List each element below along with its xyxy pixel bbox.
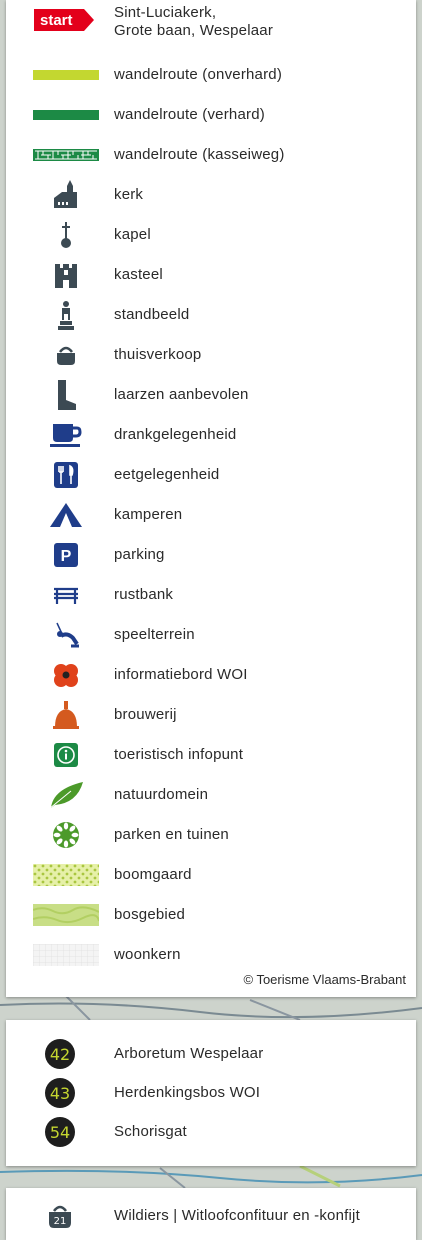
- legend-label: kapel: [114, 226, 151, 243]
- forest-swatch: [26, 903, 106, 927]
- legend-item: natuurdomein: [6, 782, 416, 809]
- legend-item: drankgelegenheid: [6, 423, 416, 447]
- legend-item: thuisverkoop: [6, 343, 416, 367]
- legend-label: toeristisch infopunt: [114, 746, 244, 763]
- legend-item: kapel: [6, 222, 416, 248]
- poi-item: 43 Herdenkingsbos WOI: [6, 1078, 416, 1108]
- legend-label: kasteel: [114, 266, 163, 283]
- flower-icon: [26, 822, 106, 848]
- playground-icon: [26, 622, 106, 648]
- legend-label: parken en tuinen: [114, 826, 229, 843]
- producer-label: Wildiers | Witloofconfituur en -konfijt: [114, 1207, 360, 1224]
- legend-label: eetgelegenheid: [114, 466, 220, 483]
- legend-label: kamperen: [114, 506, 183, 523]
- legend-label: drankgelegenheid: [114, 426, 237, 443]
- orchard-swatch: [26, 863, 106, 887]
- legend-label: parking: [114, 546, 165, 563]
- legend-label: natuurdomein: [114, 786, 209, 803]
- legend-item: wandelroute (verhard): [6, 103, 416, 127]
- legend-start: start Sint-Luciakerk, Grote baan, Wespel…: [6, 4, 416, 39]
- cutlery-icon: [26, 462, 106, 488]
- poi-number: 54: [45, 1117, 75, 1147]
- residential-swatch: [26, 943, 106, 967]
- chapel-icon: [26, 222, 106, 248]
- start-marker: start: [34, 8, 114, 32]
- legend-item: eetgelegenheid: [6, 462, 416, 488]
- legend-item: brouwerij: [6, 701, 416, 729]
- legend-panel: start Sint-Luciakerk, Grote baan, Wespel…: [6, 0, 416, 997]
- poi-number-badge: 42: [40, 1039, 80, 1069]
- boot-icon: [26, 380, 106, 410]
- poi-number-badge: 43: [40, 1078, 80, 1108]
- producer-number: 21: [54, 1216, 67, 1227]
- poi-number: 42: [45, 1039, 75, 1069]
- start-badge: start: [34, 9, 94, 31]
- legend-item: speelterrein: [6, 622, 416, 648]
- legend-label: wandelroute (onverhard): [114, 66, 283, 83]
- legend-item: boomgaard: [6, 863, 416, 887]
- legend-item: woonkern: [6, 943, 416, 967]
- start-location: Sint-Luciakerk,: [114, 4, 217, 21]
- legend-item: standbeeld: [6, 301, 416, 330]
- poi-number: 43: [45, 1078, 75, 1108]
- copyright-credit: © Toerisme Vlaams-Brabant: [243, 972, 406, 987]
- start-address: Grote baan, Wespelaar: [114, 22, 274, 39]
- legend-item: wandelroute (onverhard): [6, 63, 416, 87]
- castle-icon: [26, 263, 106, 288]
- svg-text:start: start: [40, 12, 73, 29]
- legend-label: boomgaard: [114, 866, 192, 883]
- producer-basket-icon: 21: [40, 1204, 80, 1228]
- church-icon: [26, 180, 106, 208]
- parking-icon: P: [26, 543, 106, 567]
- legend-item: laarzen aanbevolen: [6, 380, 416, 410]
- poi-label: Arboretum Wespelaar: [114, 1045, 264, 1062]
- route-unpaved-icon: [26, 63, 106, 87]
- legend-label: speelterrein: [114, 626, 195, 643]
- legend-item: informatiebord WOI: [6, 663, 416, 687]
- cup-icon: [26, 423, 106, 447]
- legend-item: parken en tuinen: [6, 822, 416, 848]
- leaf-icon: [26, 782, 106, 809]
- legend-label: bosgebied: [114, 906, 186, 923]
- legend-item: kasteel: [6, 263, 416, 288]
- legend-item: bosgebied: [6, 903, 416, 927]
- poppy-icon: [26, 663, 106, 687]
- poi-number-badge: 54: [40, 1117, 80, 1147]
- legend-label: wandelroute (verhard): [114, 106, 265, 123]
- legend-label: thuisverkoop: [114, 346, 202, 363]
- start-label: Sint-Luciakerk, Grote baan, Wespelaar: [114, 4, 273, 40]
- legend-item: wandelroute (kasseiweg): [6, 143, 416, 167]
- basket-icon: [26, 343, 106, 367]
- legend-label: brouwerij: [114, 706, 177, 723]
- producer-item: 21 Wildiers | Witloofconfituur en -konfi…: [6, 1204, 416, 1228]
- svg-text:P: P: [61, 548, 72, 565]
- bench-icon: [26, 583, 106, 607]
- legend-item: P parking: [6, 543, 416, 567]
- legend-label: laarzen aanbevolen: [114, 386, 249, 403]
- legend-item: kamperen: [6, 503, 416, 527]
- poi-panel: 42 Arboretum Wespelaar 43 Herdenkingsbos…: [6, 1020, 416, 1166]
- route-paved-icon: [26, 103, 106, 127]
- legend-label: rustbank: [114, 586, 174, 603]
- poi-label: Herdenkingsbos WOI: [114, 1084, 261, 1101]
- tent-icon: [26, 503, 106, 527]
- poi-item: 42 Arboretum Wespelaar: [6, 1039, 416, 1069]
- statue-icon: [26, 301, 106, 330]
- legend-item: kerk: [6, 180, 416, 208]
- legend-label: standbeeld: [114, 306, 190, 323]
- brewery-icon: [26, 701, 106, 729]
- route-cobbled-icon: [26, 143, 106, 167]
- producer-panel: 21 Wildiers | Witloofconfituur en -konfi…: [6, 1188, 416, 1240]
- legend-item: toeristisch infopunt: [6, 743, 416, 767]
- legend-label: woonkern: [114, 946, 181, 963]
- legend-label: kerk: [114, 186, 144, 203]
- legend-label: wandelroute (kasseiweg): [114, 146, 285, 163]
- poi-item: 54 Schorisgat: [6, 1117, 416, 1147]
- poi-label: Schorisgat: [114, 1123, 187, 1140]
- info-icon: [26, 743, 106, 767]
- legend-label: informatiebord WOI: [114, 666, 248, 683]
- legend-item: rustbank: [6, 583, 416, 607]
